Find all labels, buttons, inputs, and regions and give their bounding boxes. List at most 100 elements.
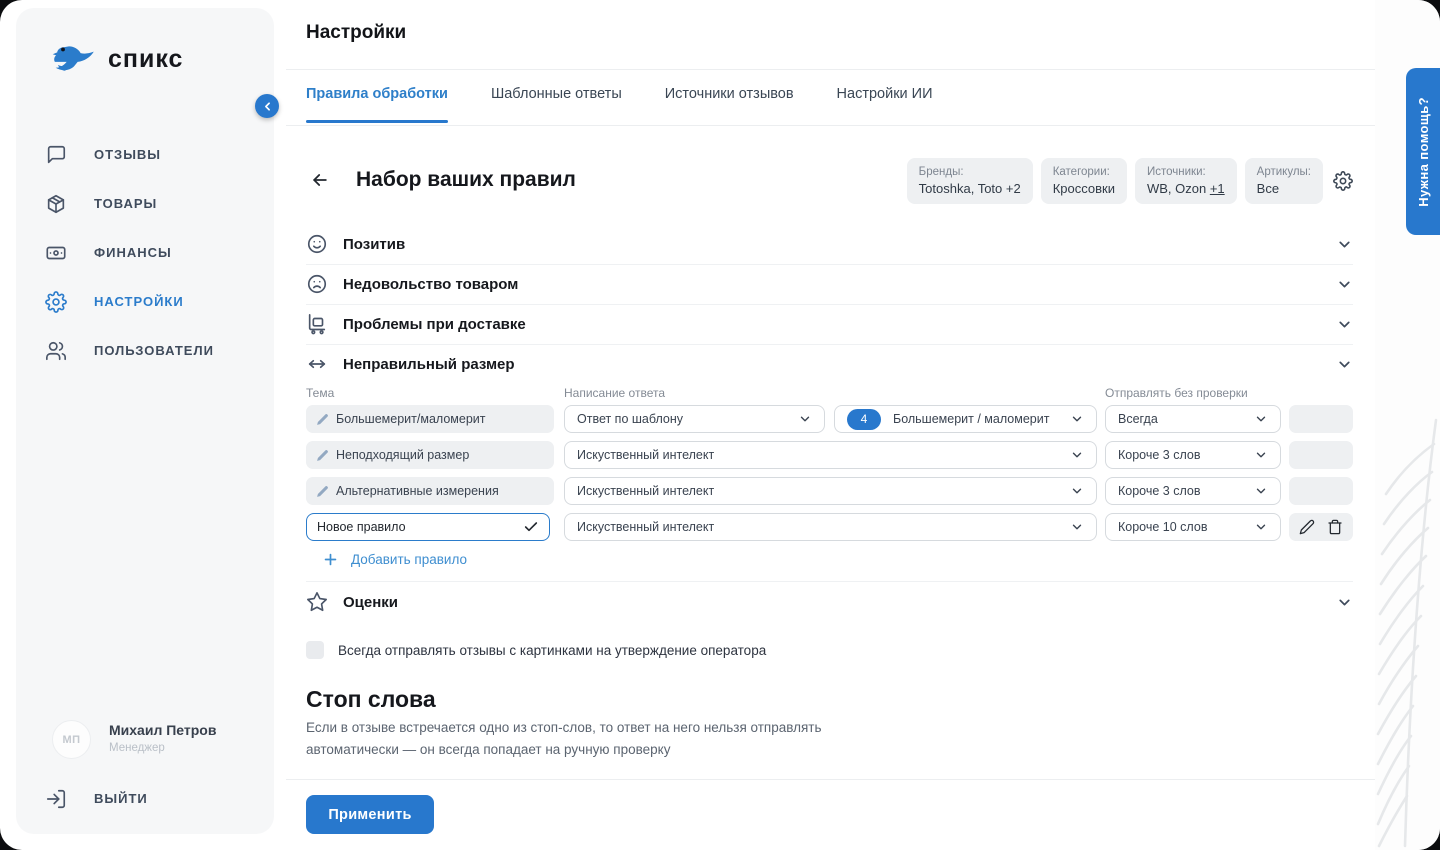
sidebar-item-users[interactable]: ПОЛЬЗОВАТЕЛИ: [16, 326, 274, 375]
sidebar-nav: ОТЗЫВЫ ТОВАРЫ ФИНАНСЫ НАСТРОЙКИ: [16, 130, 274, 375]
gear-icon: [45, 291, 67, 313]
filter-extra-count[interactable]: +1: [1210, 181, 1225, 196]
topic-field[interactable]: Неподходящий размер: [306, 441, 554, 469]
filter-chip-articles[interactable]: Артикулы: Все: [1245, 158, 1323, 204]
back-arrow-icon[interactable]: [310, 169, 332, 191]
users-icon: [45, 340, 67, 362]
operator-approval-row: Всегда отправлять отзывы с картинками на…: [306, 641, 766, 659]
chevron-down-icon: [1254, 520, 1268, 534]
filter-label: Бренды:: [919, 164, 1021, 180]
writing-select[interactable]: Ответ по шаблону: [564, 405, 825, 433]
send-mode-value: Короче 3 слов: [1118, 448, 1201, 462]
topic-field[interactable]: Альтернативные измерения: [306, 477, 554, 505]
section-delivery-problems[interactable]: Проблемы при доставке: [306, 304, 1353, 344]
star-icon: [306, 591, 328, 613]
send-mode-select[interactable]: Короче 3 слов: [1105, 441, 1281, 469]
bird-logo-icon: [52, 42, 96, 76]
topic-text: Большемерит/маломерит: [336, 412, 485, 426]
chevron-down-icon: [798, 412, 812, 426]
writing-select[interactable]: Искуственный интелект: [564, 477, 1097, 505]
row-actions-placeholder: [1289, 441, 1353, 469]
logo: спикс: [52, 42, 183, 76]
writing-select[interactable]: Искуственный интелект: [564, 513, 1097, 541]
page-header-title: Настройки: [306, 22, 406, 44]
topic-text: Альтернативные измерения: [336, 484, 499, 498]
column-header-writing: Написание ответа: [564, 386, 665, 400]
sidebar-item-products[interactable]: ТОВАРЫ: [16, 179, 274, 228]
chat-icon: [45, 144, 67, 166]
chevron-left-icon: [261, 100, 274, 113]
plus-icon: [322, 551, 339, 568]
edit-rule-icon[interactable]: [1299, 519, 1315, 535]
filter-value: Кроссовки: [1053, 180, 1115, 198]
delete-rule-icon[interactable]: [1327, 519, 1343, 535]
logout-label: ВЫЙТИ: [94, 791, 148, 806]
sidebar-item-label: ТОВАРЫ: [94, 196, 157, 211]
divider: [286, 779, 1375, 780]
chevron-down-icon[interactable]: [1336, 356, 1353, 373]
filter-chip-categories[interactable]: Категории: Кроссовки: [1041, 158, 1127, 204]
logout-button[interactable]: ВЫЙТИ: [16, 774, 274, 823]
sidebar: спикс ОТЗЫВЫ ТОВАРЫ ФИНАНСЫ: [16, 8, 274, 834]
apply-button[interactable]: Применить: [306, 795, 434, 834]
filter-chips: Бренды: Totoshka, Toto +2 Категории: Кро…: [907, 158, 1323, 204]
writing-select-value: Искуственный интелект: [577, 520, 714, 534]
add-rule-button[interactable]: Добавить правило: [322, 551, 467, 568]
writing-select[interactable]: Искуственный интелект: [564, 441, 1097, 469]
chevron-down-icon[interactable]: [1336, 276, 1353, 293]
template-select-value: Большемерит / маломерит: [893, 412, 1049, 426]
filter-label: Источники:: [1147, 164, 1225, 180]
new-rule-input[interactable]: [317, 520, 487, 534]
filter-value: Totoshka, Toto +2: [919, 180, 1021, 198]
sidebar-item-label: ПОЛЬЗОВАТЕЛИ: [94, 343, 214, 358]
user-name: Михаил Петров: [109, 722, 216, 738]
confirm-check-icon[interactable]: [523, 519, 539, 535]
chevron-down-icon: [1070, 448, 1084, 462]
section-positive[interactable]: Позитив: [306, 224, 1353, 264]
rule-row-editing: Искуственный интелект Короче 10 слов: [306, 513, 1353, 541]
row-actions-placeholder: [1289, 405, 1353, 433]
send-mode-select[interactable]: Короче 10 слов: [1105, 513, 1281, 541]
sidebar-collapse-button[interactable]: [255, 94, 279, 118]
tab-processing-rules[interactable]: Правила обработки: [306, 86, 448, 123]
pencil-icon: [316, 485, 329, 498]
sidebar-item-settings[interactable]: НАСТРОЙКИ: [16, 277, 274, 326]
tab-template-answers[interactable]: Шаблонные ответы: [491, 86, 622, 123]
template-select[interactable]: 4 Большемерит / маломерит: [834, 405, 1097, 433]
tab-review-sources[interactable]: Источники отзывов: [665, 86, 794, 123]
section-label: Позитив: [343, 236, 405, 253]
column-header-topic: Тема: [306, 386, 334, 400]
section-wrong-size[interactable]: Неправильный размер: [306, 344, 1353, 384]
new-rule-field: [306, 513, 550, 541]
chevron-down-icon[interactable]: [1336, 236, 1353, 253]
banknote-icon: [45, 242, 67, 264]
section-label: Неправильный размер: [343, 356, 515, 373]
tab-bar: Правила обработки Шаблонные ответы Источ…: [306, 86, 933, 123]
chevron-down-icon[interactable]: [1336, 316, 1353, 333]
filter-chip-brands[interactable]: Бренды: Totoshka, Toto +2: [907, 158, 1033, 204]
send-mode-value: Всегда: [1118, 412, 1158, 426]
filters-gear-icon[interactable]: [1333, 171, 1353, 191]
topic-field[interactable]: Большемерит/маломерит: [306, 405, 554, 433]
send-mode-select[interactable]: Короче 3 слов: [1105, 477, 1281, 505]
sidebar-item-finance[interactable]: ФИНАНСЫ: [16, 228, 274, 277]
logout-icon: [45, 788, 67, 810]
section-label: Оценки: [343, 594, 398, 611]
sad-icon: [306, 273, 328, 295]
tab-ai-settings[interactable]: Настройки ИИ: [837, 86, 933, 123]
send-mode-select[interactable]: Всегда: [1105, 405, 1281, 433]
section-product-dissatisfaction[interactable]: Недовольство товаром: [306, 264, 1353, 304]
section-ratings[interactable]: Оценки: [306, 582, 1353, 622]
operator-approval-checkbox[interactable]: [306, 641, 324, 659]
user-card[interactable]: МП Михаил Петров Менеджер: [52, 720, 216, 759]
filter-chip-sources[interactable]: Источники: WB, Ozon +1: [1135, 158, 1237, 204]
row-actions-placeholder: [1289, 477, 1353, 505]
writing-select-value: Ответ по шаблону: [577, 412, 683, 426]
column-header-send: Отправлять без проверки: [1105, 386, 1248, 400]
box-icon: [45, 193, 67, 215]
help-tab[interactable]: Нужна помощь?: [1406, 68, 1440, 235]
pencil-icon: [316, 413, 329, 426]
chevron-down-icon[interactable]: [1336, 594, 1353, 611]
section-label: Недовольство товаром: [343, 276, 518, 293]
sidebar-item-reviews[interactable]: ОТЗЫВЫ: [16, 130, 274, 179]
